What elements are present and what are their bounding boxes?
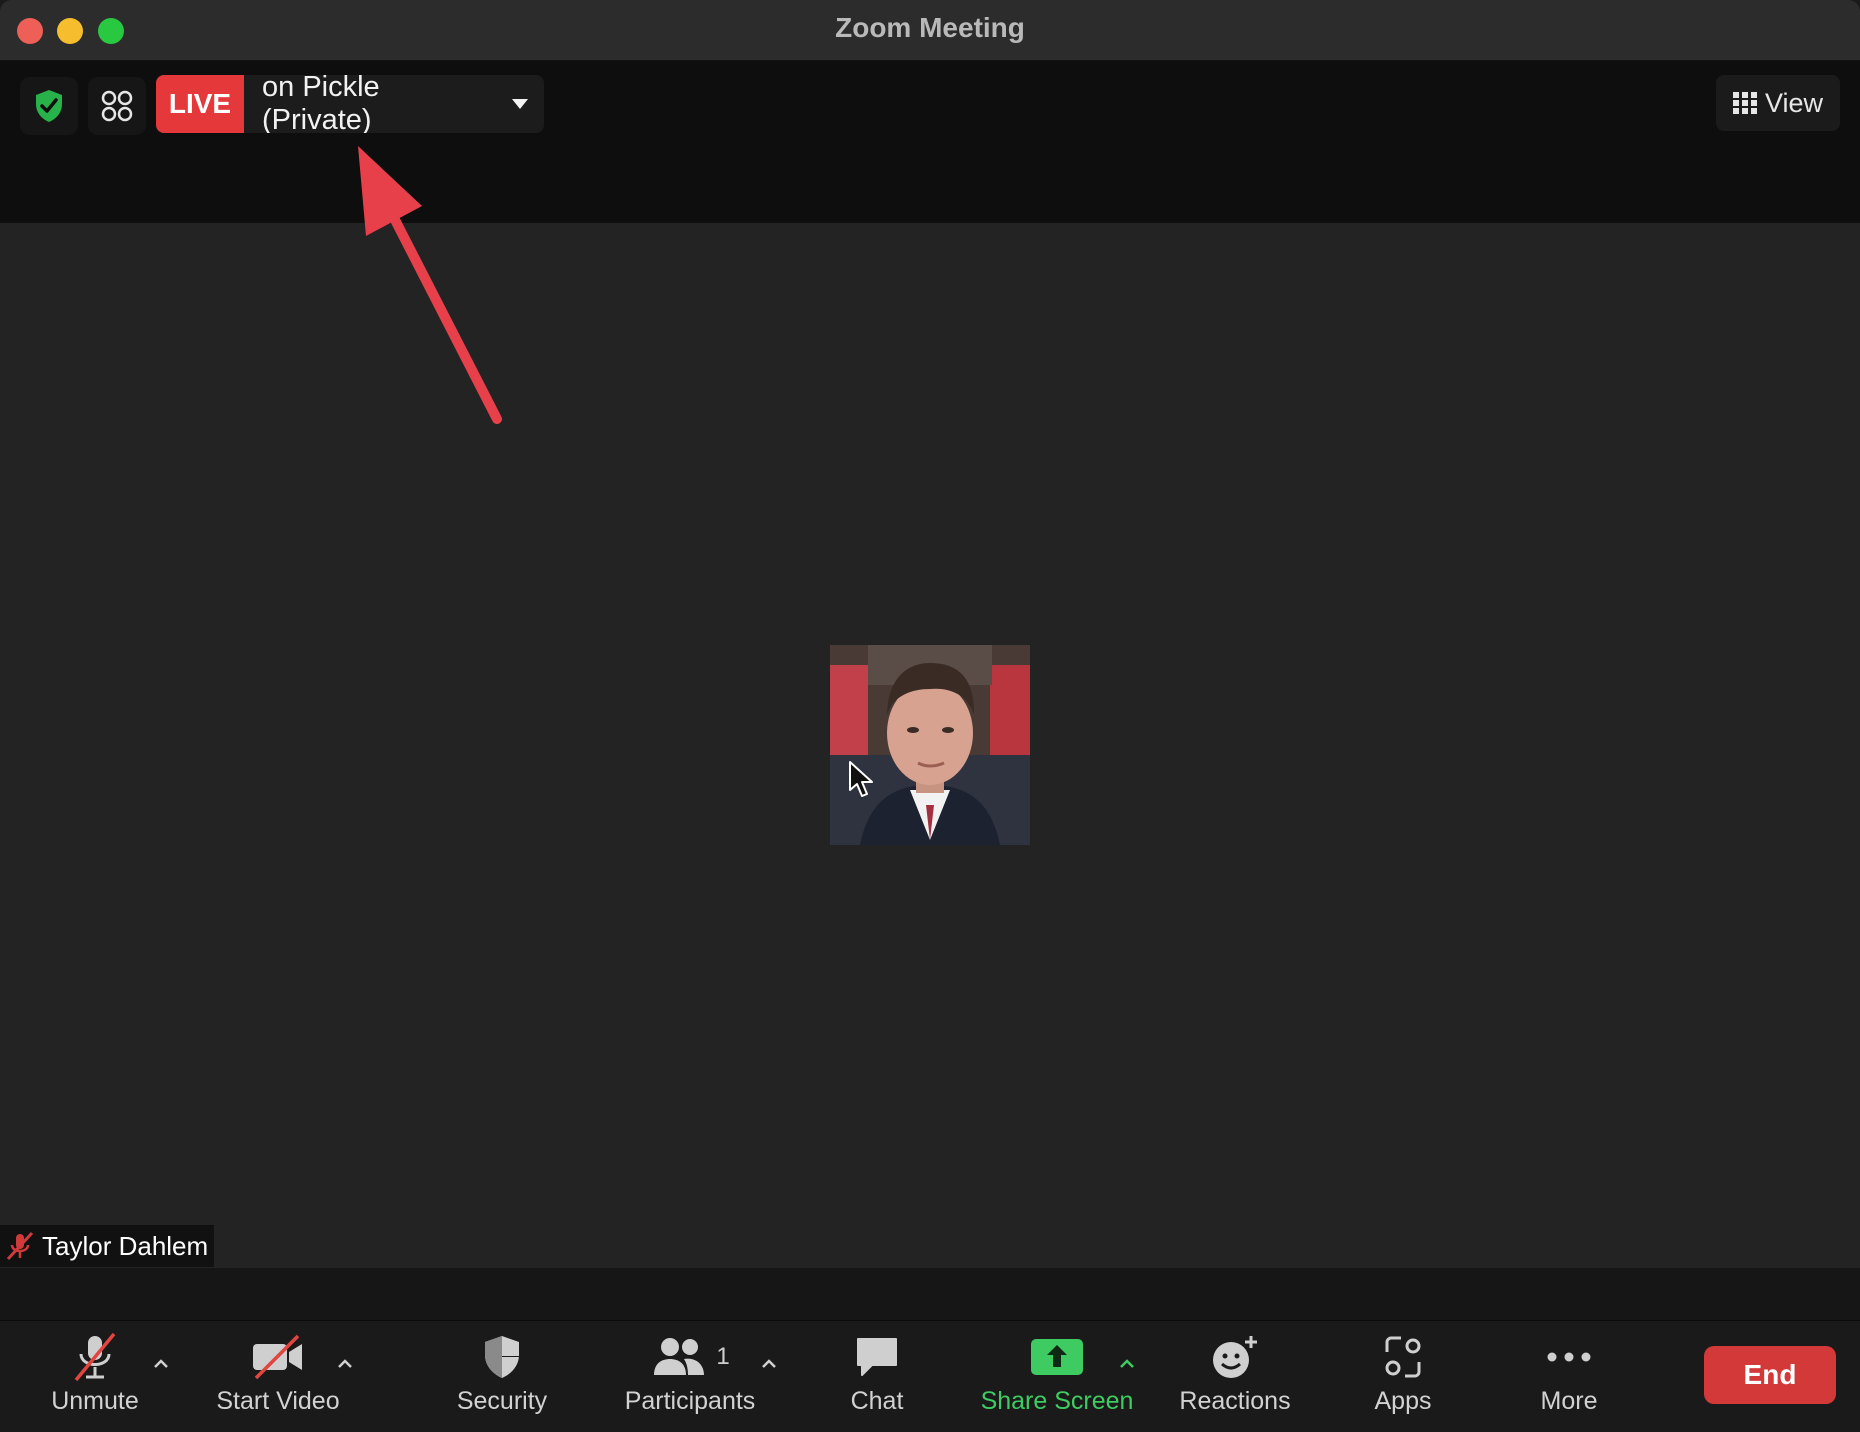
start-video-label: Start Video xyxy=(216,1387,340,1415)
security-shield-icon xyxy=(485,1336,519,1378)
view-button[interactable]: View xyxy=(1716,75,1840,131)
participants-options-caret[interactable] xyxy=(758,1353,780,1375)
share-screen-label: Share Screen xyxy=(980,1387,1134,1415)
share-screen-options-caret[interactable] xyxy=(1116,1353,1138,1375)
zoom-window: Zoom Meeting LIVE on Pickle (Private) Vi… xyxy=(0,0,1860,1432)
participants-count: 1 xyxy=(716,1343,730,1370)
participant-name: Taylor Dahlem xyxy=(42,1230,209,1261)
reactions-button[interactable]: Reactions xyxy=(1174,1331,1296,1427)
apps-button[interactable]: Apps xyxy=(1358,1331,1448,1427)
meeting-top-bar: LIVE on Pickle (Private) View xyxy=(0,61,1860,223)
window-title: Zoom Meeting xyxy=(835,12,1025,43)
participants-button[interactable]: 1 Participants xyxy=(618,1331,762,1427)
microphone-muted-icon xyxy=(74,1332,116,1382)
participant-avatar[interactable] xyxy=(830,645,1030,845)
chevron-up-icon xyxy=(154,1359,168,1368)
security-label: Security xyxy=(456,1387,548,1415)
chevron-up-icon xyxy=(762,1359,776,1368)
more-label: More xyxy=(1540,1387,1598,1415)
mouse-cursor-icon xyxy=(849,761,873,797)
apps-grid-button[interactable] xyxy=(88,77,146,135)
reactions-label: Reactions xyxy=(1179,1387,1291,1415)
chevron-up-icon xyxy=(1120,1359,1134,1368)
video-off-icon xyxy=(253,1334,302,1380)
shield-check-icon xyxy=(36,90,62,122)
share-screen-button[interactable]: Share Screen xyxy=(974,1331,1140,1427)
grid-view-icon xyxy=(1732,92,1757,114)
end-meeting-button[interactable]: End xyxy=(1704,1346,1836,1404)
participant-name-tag: Taylor Dahlem xyxy=(0,1225,214,1267)
apps-icon xyxy=(1385,1336,1421,1378)
more-button[interactable]: More xyxy=(1526,1331,1612,1427)
chevron-up-icon xyxy=(338,1359,352,1368)
meeting-toolbar: Unmute Start Video Security 1 Participan… xyxy=(0,1320,1860,1432)
live-destination: on Pickle (Private) xyxy=(262,75,380,133)
chat-label: Chat xyxy=(850,1387,904,1415)
microphone-muted-icon xyxy=(6,1231,34,1261)
participants-icon xyxy=(654,1338,705,1375)
view-label: View xyxy=(1764,87,1824,118)
video-stage xyxy=(0,223,1860,1268)
unmute-button[interactable]: Unmute xyxy=(46,1331,144,1427)
avatar-photo xyxy=(830,645,1030,845)
chat-bubble-icon xyxy=(857,1338,897,1376)
toolbar-separator-strip xyxy=(0,1268,1860,1320)
meeting-info-button[interactable] xyxy=(20,77,78,135)
audio-options-caret[interactable] xyxy=(150,1353,172,1375)
participants-label: Participants xyxy=(624,1387,756,1415)
video-options-caret[interactable] xyxy=(334,1353,356,1375)
live-stream-dropdown[interactable]: LIVE on Pickle (Private) xyxy=(156,75,544,133)
unmute-label: Unmute xyxy=(51,1387,139,1415)
chevron-down-icon xyxy=(496,75,544,133)
share-screen-icon xyxy=(1031,1339,1083,1375)
chat-button[interactable]: Chat xyxy=(834,1331,920,1427)
more-dots-icon xyxy=(1547,1352,1591,1362)
live-badge: LIVE xyxy=(156,75,244,133)
reactions-icon xyxy=(1213,1336,1257,1378)
apps-label: Apps xyxy=(1374,1387,1432,1415)
title-bar: Zoom Meeting xyxy=(0,0,1860,61)
security-button[interactable]: Security xyxy=(450,1331,554,1427)
start-video-button[interactable]: Start Video xyxy=(210,1331,346,1427)
apps-grid-icon xyxy=(101,90,133,122)
